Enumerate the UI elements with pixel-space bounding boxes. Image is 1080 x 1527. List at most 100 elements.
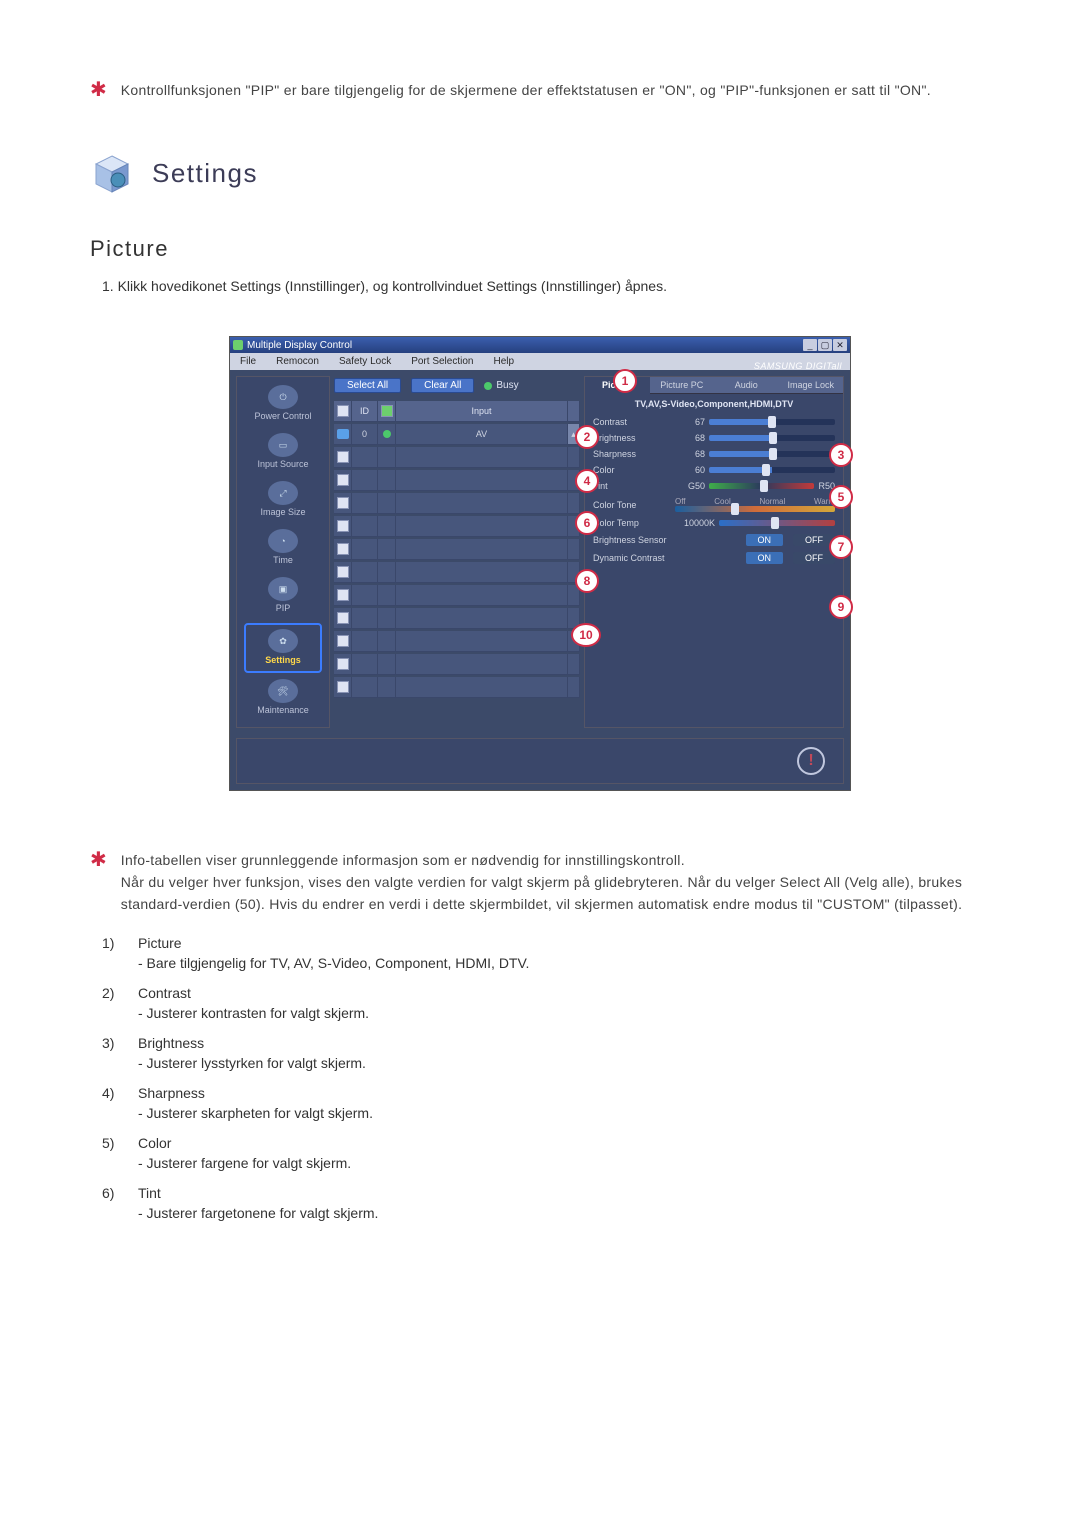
sidebar-item-input-source[interactable]: ▭ Input Source: [246, 431, 320, 475]
grid-row-empty: [334, 447, 580, 468]
callout-9: 9: [829, 595, 853, 619]
item-desc: - Bare tilgjengelig for TV, AV, S-Video,…: [138, 955, 990, 971]
sidebar-item-power-control[interactable]: ⏻ Power Control: [246, 383, 320, 427]
grid-row[interactable]: 0 AV ▴: [334, 424, 580, 445]
callout-7: 7: [829, 535, 853, 559]
instruction-number: 1.: [102, 278, 114, 294]
sidebar-label: Time: [246, 555, 320, 565]
maximize-button[interactable]: ▢: [818, 339, 832, 351]
clock-icon: ◔: [268, 529, 298, 553]
item-title: Tint: [138, 1185, 161, 1201]
brightness-sensor-label: Brightness Sensor: [593, 535, 693, 545]
menu-port-selection[interactable]: Port Selection: [401, 353, 483, 370]
tab-picture-pc[interactable]: Picture PC: [650, 377, 715, 394]
item-num: 4): [102, 1085, 128, 1101]
select-all-button[interactable]: Select All: [334, 378, 401, 393]
dynamic-contrast-off[interactable]: OFF: [793, 552, 835, 564]
sidebar-label: Maintenance: [246, 705, 320, 715]
sidebar-label: Power Control: [246, 411, 320, 421]
menu-remocon[interactable]: Remocon: [266, 353, 329, 370]
grid-row-empty: [334, 516, 580, 537]
tab-image-lock[interactable]: Image Lock: [779, 377, 844, 394]
callout-10: 10: [571, 623, 601, 647]
status-ok-icon: [383, 430, 391, 438]
menu-help[interactable]: Help: [483, 353, 524, 370]
grid-row-empty: [334, 654, 580, 675]
grid-row-empty: [334, 539, 580, 560]
grid-row-empty: [334, 677, 580, 698]
brightness-slider[interactable]: [709, 435, 835, 441]
list-item: 3)Brightness - Justerer lysstyrken for v…: [102, 1035, 990, 1071]
color-row: Color 60: [585, 462, 843, 478]
checkbox-icon[interactable]: [337, 405, 349, 417]
sidebar-item-image-size[interactable]: ⤢ Image Size: [246, 479, 320, 523]
row-input: AV: [396, 424, 568, 444]
menu-safety-lock[interactable]: Safety Lock: [329, 353, 401, 370]
item-title: Contrast: [138, 985, 191, 1001]
colortemp-row: Color Temp 10000K: [585, 515, 843, 531]
tint-label: Tint: [593, 481, 671, 491]
sidebar-item-settings[interactable]: ✿ Settings: [244, 623, 322, 673]
sidebar-item-maintenance[interactable]: 🛠 Maintenance: [246, 677, 320, 721]
sidebar-item-pip[interactable]: ▣ PIP: [246, 575, 320, 619]
dynamic-contrast-on[interactable]: ON: [746, 552, 784, 564]
tab-audio[interactable]: Audio: [714, 377, 779, 394]
colortemp-label: Color Temp: [593, 518, 671, 528]
window-title: Multiple Display Control: [247, 340, 352, 351]
dynamic-contrast-label: Dynamic Contrast: [593, 553, 693, 563]
colortemp-slider[interactable]: [719, 520, 835, 526]
contrast-label: Contrast: [593, 417, 671, 427]
busy-label: Busy: [496, 380, 518, 391]
pip-note-text: Kontrollfunksjonen "PIP" er bare tilgjen…: [121, 80, 931, 102]
item-title: Sharpness: [138, 1085, 205, 1101]
minimize-button[interactable]: _: [803, 339, 817, 351]
list-item: 4) Sharpness - Justerer skarpheten for va…: [102, 1085, 990, 1121]
star-icon: ✱: [90, 850, 107, 915]
wrench-icon: 🛠: [268, 679, 298, 703]
alert-icon: !: [797, 747, 825, 775]
col-input: Input: [396, 401, 568, 421]
tone-normal: Normal: [759, 497, 785, 506]
instruction-line: 1. Klikk hovedikonet Settings (Innstilli…: [102, 276, 990, 298]
grid-row-empty: [334, 631, 580, 652]
sidebar-item-time[interactable]: ◔ Time: [246, 527, 320, 571]
item-desc: - Justerer kontrasten for valgt skjerm.: [138, 1005, 990, 1021]
color-slider[interactable]: [709, 467, 835, 473]
screenshot-figure: Multiple Display Control _ ▢ ✕ File Remo…: [90, 337, 990, 790]
star-icon: ✱: [90, 80, 107, 102]
section-header: Settings: [90, 152, 990, 196]
sharpness-value: 68: [675, 449, 705, 459]
sharpness-slider[interactable]: [709, 451, 835, 457]
app-window: Multiple Display Control _ ▢ ✕ File Remo…: [230, 337, 850, 790]
callout-8: 8: [575, 569, 599, 593]
status-header-icon: [381, 405, 393, 417]
list-item: 6)Tint - Justerer fargetonene for valgt …: [102, 1185, 990, 1221]
close-button[interactable]: ✕: [833, 339, 847, 351]
display-grid-area: Select All Clear All Busy ID Input: [334, 376, 580, 728]
settings-panel: 1 2 3 4 5 6 7 8 9 10 Picture Picture PC …: [584, 376, 844, 728]
sidebar-label: Input Source: [246, 459, 320, 469]
menu-file[interactable]: File: [230, 353, 266, 370]
row-icon: [337, 429, 349, 439]
pip-icon: ▣: [268, 577, 298, 601]
subsection-title: Picture: [90, 236, 990, 262]
col-id: ID: [352, 401, 378, 421]
contrast-slider[interactable]: [709, 419, 835, 425]
tint-slider[interactable]: [709, 483, 814, 489]
item-num: 3): [102, 1035, 128, 1051]
busy-dot-icon: [484, 382, 492, 390]
item-desc: - Justerer fargene for valgt skjerm.: [138, 1155, 990, 1171]
brightness-sensor-on[interactable]: ON: [746, 534, 784, 546]
tint-g-value: G50: [675, 481, 705, 491]
colortone-slider[interactable]: [675, 506, 835, 512]
contrast-row: Contrast 67: [585, 414, 843, 430]
item-num: 5): [102, 1135, 128, 1151]
clear-all-button[interactable]: Clear All: [411, 378, 474, 393]
item-num: 6): [102, 1185, 128, 1201]
status-bar: !: [236, 738, 844, 784]
color-label: Color: [593, 465, 671, 475]
contrast-value: 67: [675, 417, 705, 427]
scroll-head: [568, 401, 580, 421]
item-title: Brightness: [138, 1035, 204, 1051]
item-desc: - Justerer skarpheten for valgt skjerm.: [138, 1105, 990, 1121]
